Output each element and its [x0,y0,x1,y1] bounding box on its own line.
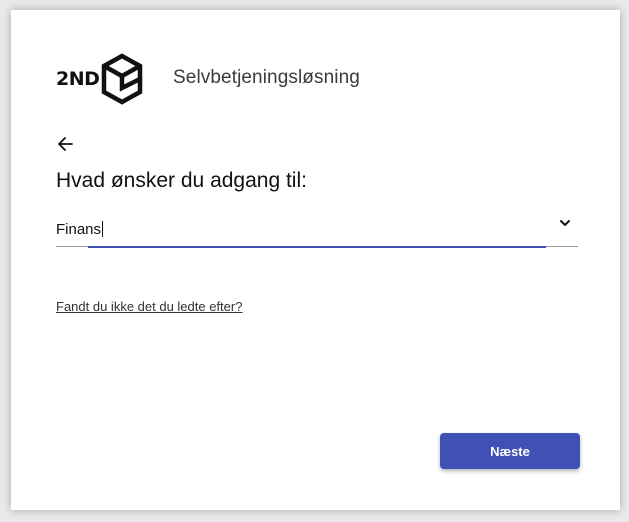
chevron-down-icon[interactable] [558,216,572,230]
arrow-left-icon [58,137,73,151]
login-card: 2ND Selvbetjeningsløsning Hvad ønsker du… [11,10,620,510]
back-button[interactable] [54,133,76,155]
text-cursor [102,221,104,237]
app-title: Selvbetjeningsløsning [173,67,360,88]
access-select[interactable]: Finans [56,215,578,248]
focus-underline [88,246,546,248]
logo-text: 2ND [56,68,100,90]
not-found-help-link[interactable]: Fandt du ikke det du ledte efter? [56,299,242,314]
access-select-value: Finans [56,221,104,238]
logo-cube-icon [102,53,143,105]
next-button[interactable]: Næste [440,433,580,469]
company-logo: 2ND [56,53,144,105]
page-heading: Hvad ønsker du adgang til: [56,169,307,192]
